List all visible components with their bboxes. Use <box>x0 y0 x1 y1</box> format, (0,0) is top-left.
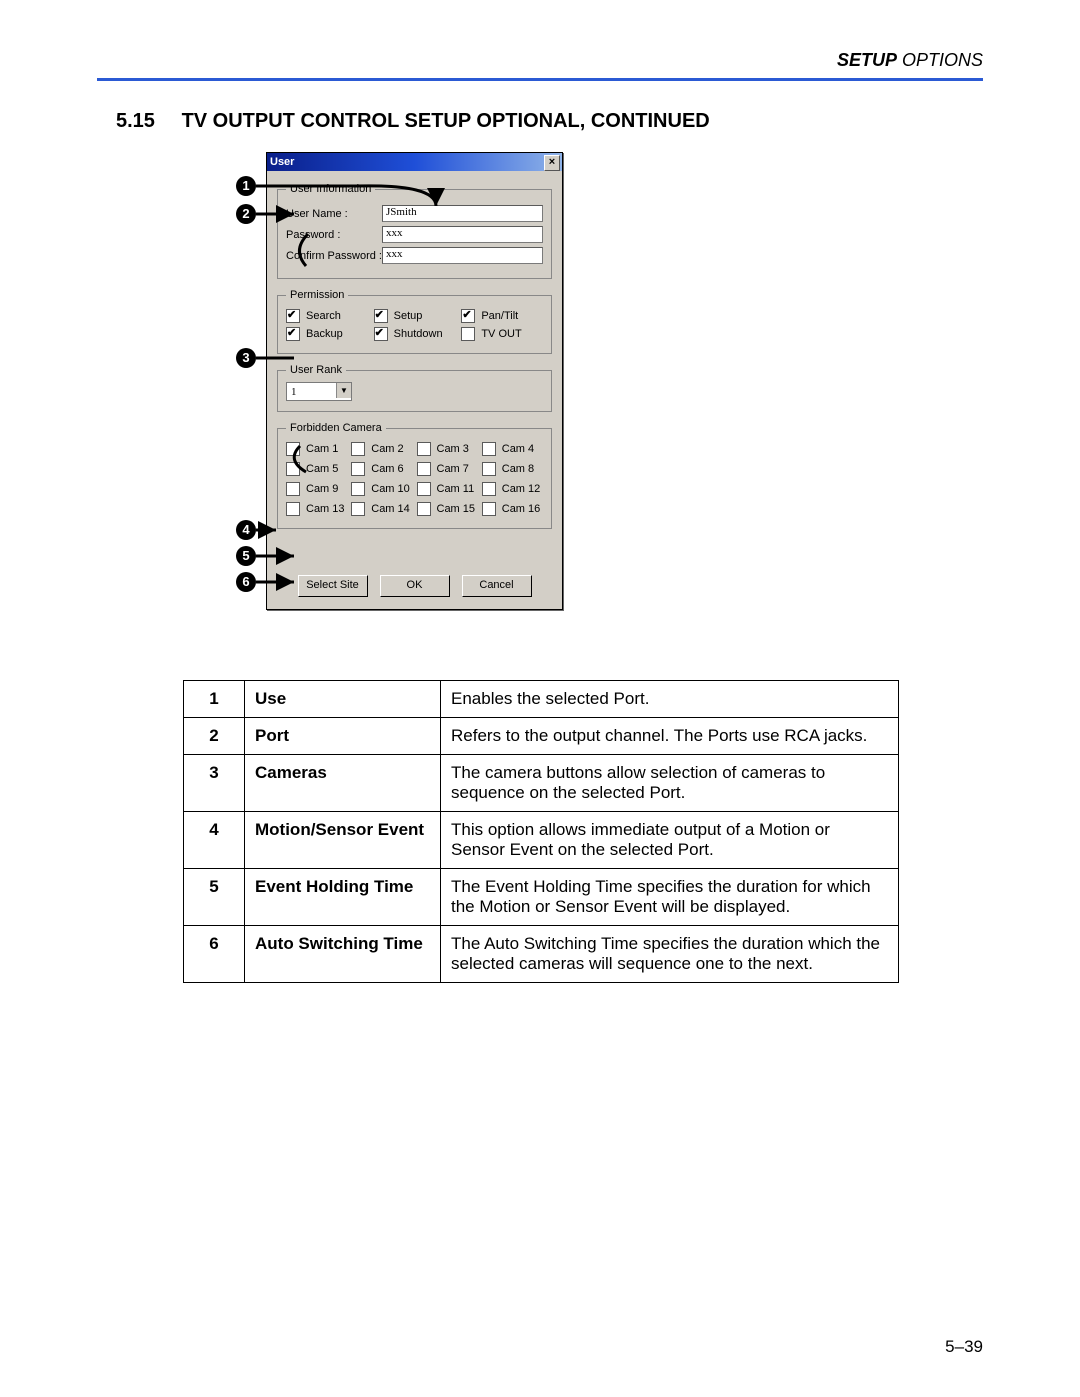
checkbox-icon <box>417 442 431 456</box>
perm-setup[interactable]: Setup <box>374 309 456 323</box>
confirm-password-field[interactable]: xxx <box>382 247 543 264</box>
user-rank-group: User Rank 1 ▼ <box>277 364 552 412</box>
perm-backup[interactable]: Backup <box>286 327 368 341</box>
cam-4[interactable]: Cam 4 <box>482 442 543 456</box>
checkbox-icon <box>286 462 300 476</box>
checkbox-icon <box>482 502 496 516</box>
section-heading: 5.15 TV OUTPUT CONTROL SETUP OPTIONAL, C… <box>116 110 710 133</box>
password-label: Password : <box>286 229 382 241</box>
dialog-titlebar[interactable]: User × <box>267 153 562 171</box>
checkbox-icon <box>286 327 300 341</box>
ok-button[interactable]: OK <box>380 575 450 597</box>
cam-14[interactable]: Cam 14 <box>351 502 412 516</box>
checkbox-icon <box>286 442 300 456</box>
cam-1[interactable]: Cam 1 <box>286 442 347 456</box>
callout-6: 6 <box>236 572 256 592</box>
forbidden-camera-group: Forbidden Camera Cam 1 Cam 2 Cam 3 Cam 4… <box>277 422 552 529</box>
cam-11[interactable]: Cam 11 <box>417 482 478 496</box>
confirm-password-label: Confirm Password : <box>286 250 382 262</box>
table-row: 1UseEnables the selected Port. <box>184 681 899 718</box>
table-row: 2PortRefers to the output channel. The P… <box>184 718 899 755</box>
user-name-label: User Name : <box>286 208 382 220</box>
dialog-title: User <box>270 156 294 168</box>
cam-12[interactable]: Cam 12 <box>482 482 543 496</box>
close-icon[interactable]: × <box>544 155 560 171</box>
checkbox-icon <box>417 462 431 476</box>
chevron-down-icon: ▼ <box>336 383 351 398</box>
user-information-group: User Information User Name : JSmith Pass… <box>277 183 552 279</box>
user-rank-legend: User Rank <box>286 364 346 376</box>
perm-pantilt[interactable]: Pan/Tilt <box>461 309 543 323</box>
cam-6[interactable]: Cam 6 <box>351 462 412 476</box>
password-field[interactable]: xxx <box>382 226 543 243</box>
user-rank-select[interactable]: 1 ▼ <box>286 382 352 401</box>
table-row: 5Event Holding TimeThe Event Holding Tim… <box>184 869 899 926</box>
perm-search[interactable]: Search <box>286 309 368 323</box>
checkbox-icon <box>286 482 300 496</box>
legend-table: 1UseEnables the selected Port. 2PortRefe… <box>183 680 899 983</box>
callout-5: 5 <box>236 546 256 566</box>
user-name-field[interactable]: JSmith <box>382 205 543 222</box>
checkbox-icon <box>461 327 475 341</box>
table-row: 3CamerasThe camera buttons allow selecti… <box>184 755 899 812</box>
cam-3[interactable]: Cam 3 <box>417 442 478 456</box>
cam-10[interactable]: Cam 10 <box>351 482 412 496</box>
checkbox-icon <box>351 482 365 496</box>
permission-legend: Permission <box>286 289 348 301</box>
cam-2[interactable]: Cam 2 <box>351 442 412 456</box>
checkbox-icon <box>286 309 300 323</box>
checkbox-icon <box>286 502 300 516</box>
checkbox-icon <box>417 482 431 496</box>
checkbox-icon <box>482 442 496 456</box>
cam-5[interactable]: Cam 5 <box>286 462 347 476</box>
checkbox-icon <box>351 502 365 516</box>
user-information-legend: User Information <box>286 183 375 195</box>
checkbox-icon <box>417 502 431 516</box>
cam-15[interactable]: Cam 15 <box>417 502 478 516</box>
cam-9[interactable]: Cam 9 <box>286 482 347 496</box>
cam-8[interactable]: Cam 8 <box>482 462 543 476</box>
checkbox-icon <box>374 309 388 323</box>
cam-7[interactable]: Cam 7 <box>417 462 478 476</box>
checkbox-icon <box>374 327 388 341</box>
user-dialog: User × User Information User Name : JSmi… <box>266 152 561 610</box>
cam-16[interactable]: Cam 16 <box>482 502 543 516</box>
checkbox-icon <box>482 482 496 496</box>
table-row: 4Motion/Sensor EventThis option allows i… <box>184 812 899 869</box>
page-number: 5–39 <box>945 1337 983 1357</box>
checkbox-icon <box>351 442 365 456</box>
running-header: SETUP OPTIONS <box>837 50 983 71</box>
callout-1: 1 <box>236 176 256 196</box>
select-site-button[interactable]: Select Site <box>298 575 368 597</box>
checkbox-icon <box>351 462 365 476</box>
cam-13[interactable]: Cam 13 <box>286 502 347 516</box>
table-row: 6Auto Switching TimeThe Auto Switching T… <box>184 926 899 983</box>
callout-3: 3 <box>236 348 256 368</box>
header-rule <box>97 78 983 81</box>
perm-tvout[interactable]: TV OUT <box>461 327 543 341</box>
checkbox-icon <box>461 309 475 323</box>
permission-group: Permission Search Setup Pan/Tilt Backup … <box>277 289 552 354</box>
cancel-button[interactable]: Cancel <box>462 575 532 597</box>
checkbox-icon <box>482 462 496 476</box>
forbidden-camera-legend: Forbidden Camera <box>286 422 386 434</box>
callout-2: 2 <box>236 204 256 224</box>
callout-4: 4 <box>236 520 256 540</box>
perm-shutdown[interactable]: Shutdown <box>374 327 456 341</box>
